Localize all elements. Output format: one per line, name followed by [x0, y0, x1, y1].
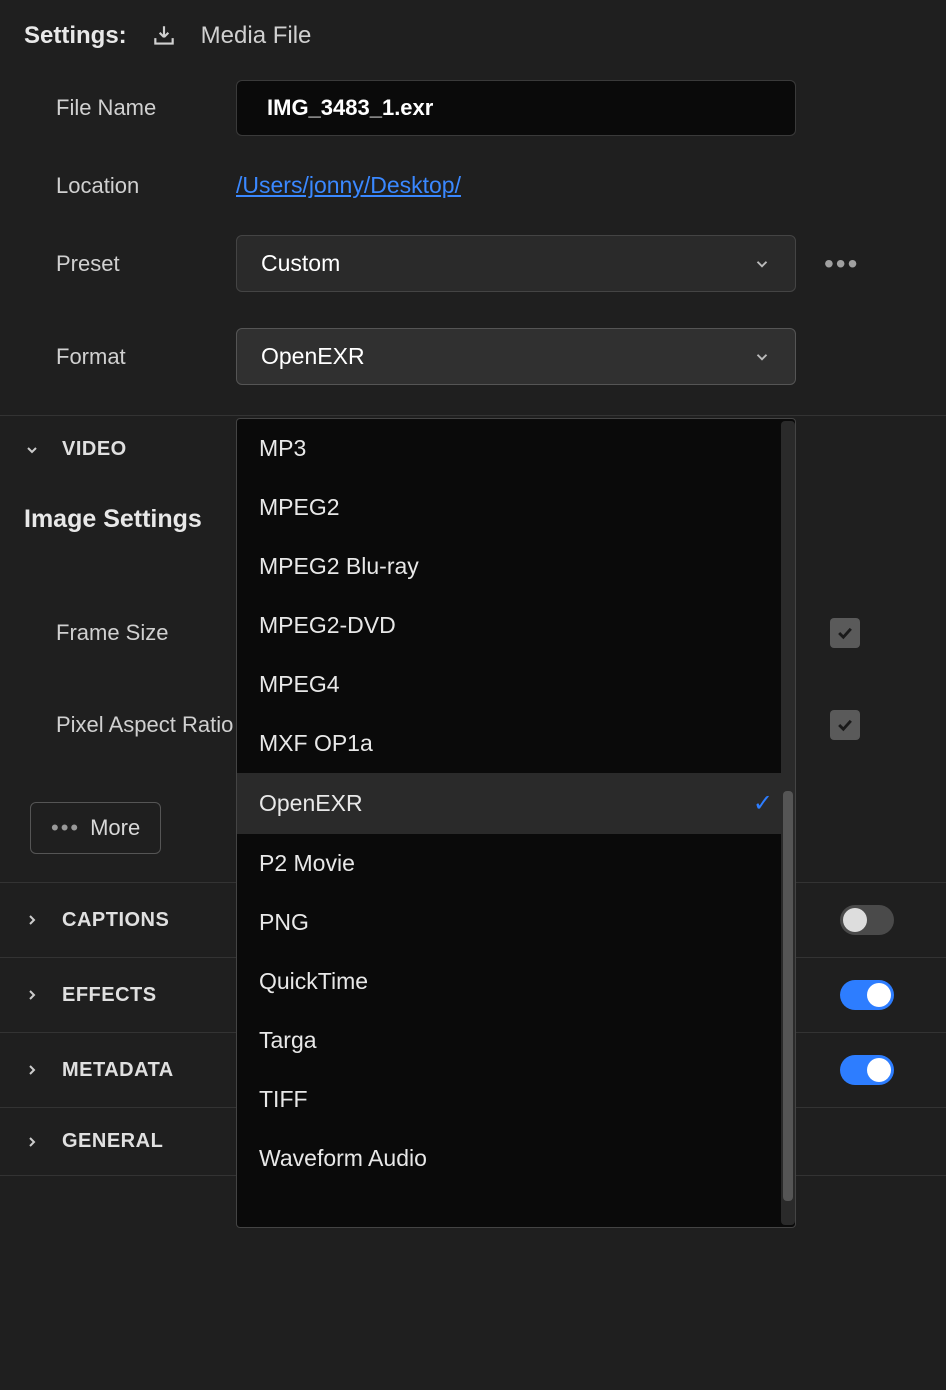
more-dots-icon: •••	[51, 815, 80, 841]
format-dropdown: MP3 MPEG2 MPEG2 Blu-ray MPEG2-DVD MPEG4 MXF O…	[236, 418, 796, 1228]
metadata-toggle[interactable]	[840, 1055, 894, 1085]
chevron-down-icon	[753, 255, 771, 273]
format-option-label: MP3	[259, 435, 306, 462]
location-link[interactable]: /Users/jonny/Desktop/	[236, 172, 461, 199]
format-option-label: Waveform Audio	[259, 1145, 427, 1172]
format-option[interactable]: MPEG2	[237, 478, 795, 537]
format-option[interactable]: MP3	[237, 419, 795, 478]
format-option[interactable]: MPEG2 Blu-ray	[237, 537, 795, 596]
preset-select[interactable]: Custom	[236, 235, 796, 292]
chevron-right-icon	[24, 912, 42, 928]
settings-heading: Settings:	[24, 22, 127, 50]
format-option-label: QuickTime	[259, 968, 368, 995]
preset-value: Custom	[261, 250, 340, 277]
location-label: Location	[56, 173, 236, 199]
file-name-input[interactable]	[236, 80, 796, 136]
format-option-label: MXF OP1a	[259, 730, 373, 757]
format-option[interactable]: OpenEXR ✓	[237, 773, 795, 834]
format-option-label: OpenEXR	[259, 790, 363, 817]
captions-toggle[interactable]	[840, 905, 894, 935]
file-name-label: File Name	[56, 95, 236, 121]
metadata-label: METADATA	[62, 1059, 174, 1082]
frame-size-label: Frame Size	[56, 620, 236, 646]
preset-more-icon[interactable]: •••	[824, 248, 859, 280]
effects-label: EFFECTS	[62, 984, 157, 1007]
media-file-label: Media File	[201, 22, 312, 50]
pixel-aspect-ratio-label: Pixel Aspect Ratio	[56, 712, 236, 738]
chevron-right-icon	[24, 987, 42, 1003]
format-option[interactable]: TIFF	[237, 1070, 795, 1129]
format-label: Format	[56, 344, 236, 370]
format-option[interactable]: PNG	[237, 893, 795, 952]
format-option-label: TIFF	[259, 1086, 308, 1113]
format-option[interactable]: MPEG2-DVD	[237, 596, 795, 655]
format-option[interactable]: Waveform Audio	[237, 1129, 795, 1188]
video-section-label: VIDEO	[62, 438, 127, 461]
chevron-down-icon	[24, 442, 42, 458]
format-option-label: MPEG2-DVD	[259, 612, 396, 639]
import-icon[interactable]	[151, 23, 177, 49]
pixel-aspect-ratio-checkbox[interactable]	[830, 710, 860, 740]
format-option-label: MPEG2 Blu-ray	[259, 553, 419, 580]
format-option[interactable]: QuickTime	[237, 952, 795, 1011]
format-option-label: MPEG2	[259, 494, 340, 521]
format-option-label: Targa	[259, 1027, 317, 1054]
format-option[interactable]: Targa	[237, 1011, 795, 1070]
more-button[interactable]: ••• More	[30, 802, 161, 854]
frame-size-checkbox[interactable]	[830, 618, 860, 648]
dropdown-scroll-thumb[interactable]	[783, 791, 793, 1201]
general-label: GENERAL	[62, 1130, 163, 1153]
format-option[interactable]: MPEG4	[237, 655, 795, 714]
more-button-label: More	[90, 815, 140, 841]
chevron-right-icon	[24, 1062, 42, 1078]
effects-toggle[interactable]	[840, 980, 894, 1010]
format-value: OpenEXR	[261, 343, 365, 370]
format-select[interactable]: OpenEXR	[236, 328, 796, 385]
preset-label: Preset	[56, 251, 236, 277]
dropdown-scrollbar[interactable]	[781, 421, 795, 1225]
format-option-label: PNG	[259, 909, 309, 936]
check-icon: ✓	[753, 789, 773, 818]
format-option-label: MPEG4	[259, 671, 340, 698]
format-option[interactable]: MXF OP1a	[237, 714, 795, 773]
format-option[interactable]: P2 Movie	[237, 834, 795, 893]
chevron-down-icon	[753, 348, 771, 366]
format-option-label: P2 Movie	[259, 850, 355, 877]
captions-label: CAPTIONS	[62, 909, 169, 932]
chevron-right-icon	[24, 1134, 42, 1150]
